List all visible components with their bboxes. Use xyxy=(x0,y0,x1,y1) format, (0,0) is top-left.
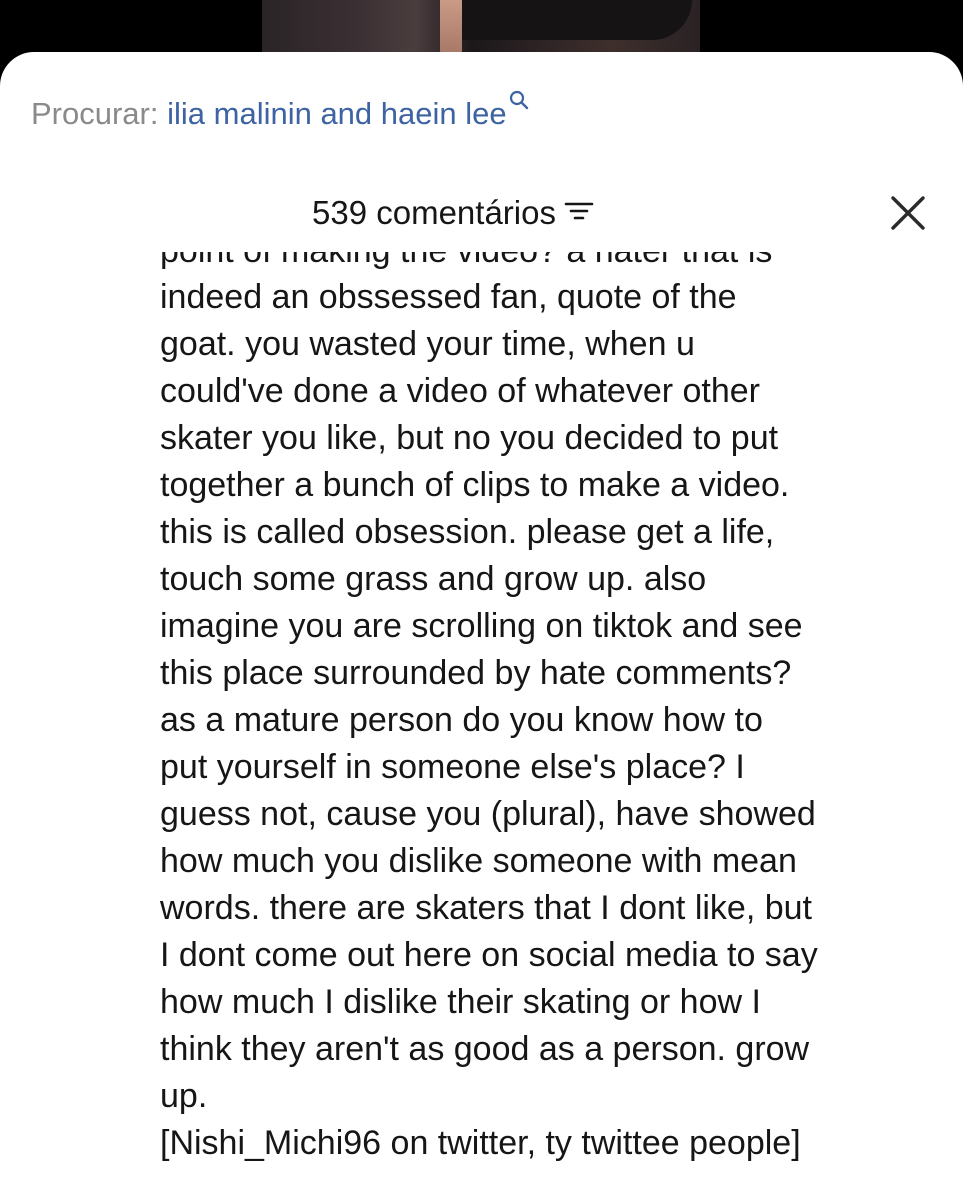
comment-count-label: 539 comentários xyxy=(312,194,556,231)
comment-line: [Nishi_Michi96 on twitter, ty twittee pe… xyxy=(160,1124,801,1162)
comment-line: how much you dislike someone with mean xyxy=(160,842,797,880)
search-icon[interactable] xyxy=(509,80,529,120)
comment-line: how much I dislike their skating or how … xyxy=(160,983,761,1021)
comment-count-sort[interactable]: 539 comentários xyxy=(312,190,594,236)
comment-line: I dont come out here on social media to … xyxy=(160,936,818,974)
comment-line: goat. you wasted your time, when u xyxy=(160,325,695,363)
comment-line: guess not, cause you (plural), have show… xyxy=(160,795,816,833)
comment-line: think they aren't as good as a person. g… xyxy=(160,1030,810,1068)
comment-line: indeed an obssessed fan, quote of the xyxy=(160,278,737,316)
comments-header: 539 comentários xyxy=(0,190,963,236)
comment-line: words. there are skaters that I dont lik… xyxy=(160,889,812,927)
close-icon[interactable] xyxy=(889,194,927,232)
comment-cut-off-line: point of making the video? a hater that … xyxy=(160,252,950,274)
search-prefix-label: Procurar: xyxy=(31,96,159,131)
filter-sort-icon[interactable] xyxy=(564,198,594,229)
comment-line: this is called obsession. please get a l… xyxy=(160,513,775,551)
comment-line: imagine you are scrolling on tiktok and … xyxy=(160,607,803,645)
comment-line: could've done a video of whatever other xyxy=(160,372,760,410)
comments-sheet: Procurar: ilia malinin and haein lee 539… xyxy=(0,52,963,1200)
comment-line: together a bunch of clips to make a vide… xyxy=(160,466,790,504)
comment-line: touch some grass and grow up. also xyxy=(160,560,707,598)
search-suggestion[interactable]: Procurar: ilia malinin and haein lee xyxy=(31,90,528,134)
search-query-link[interactable]: ilia malinin and haein lee xyxy=(167,96,507,131)
comment-line: this place surrounded by hate comments? xyxy=(160,654,792,692)
comment-line: up. xyxy=(160,1077,208,1115)
comment-line: as a mature person do you know how to xyxy=(160,701,763,739)
comment-line: skater you like, but no you decided to p… xyxy=(160,419,779,457)
comment-lines: indeed an obssessed fan, quote of the goa… xyxy=(160,274,950,1167)
comment-line: put yourself in someone else's place? I xyxy=(160,748,745,786)
comment-text: point of making the video? a hater that … xyxy=(160,252,950,1167)
